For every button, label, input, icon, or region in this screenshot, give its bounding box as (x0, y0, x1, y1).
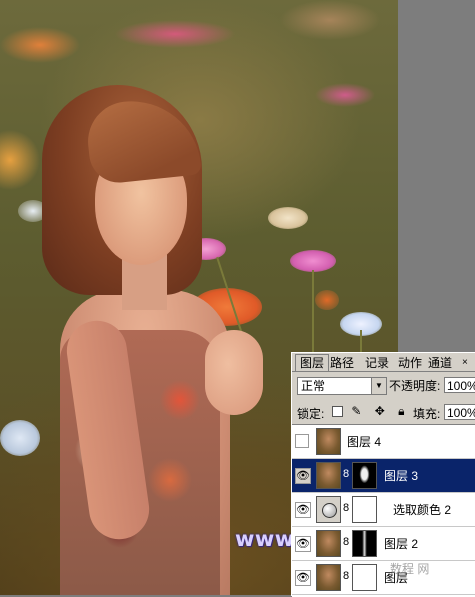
tab-actions[interactable]: 动作 (398, 356, 422, 371)
layer-name: 图层 3 (384, 469, 419, 483)
eye-icon[interactable]: 👁︎ (295, 468, 311, 484)
visibility-toggle[interactable] (295, 434, 309, 448)
layer-name: 选取颜色 2 (393, 503, 452, 517)
chevron-down-icon[interactable]: ▼ (371, 378, 386, 394)
move-icon[interactable]: ✥ (375, 404, 390, 418)
layer-thumbnail (316, 462, 341, 489)
opacity-field[interactable]: 100% (444, 377, 475, 393)
chain-icon: 8 (343, 502, 350, 514)
tab-paths[interactable]: 路径 (330, 356, 354, 371)
chain-icon: 8 (343, 468, 350, 480)
chain-icon: 8 (343, 536, 350, 548)
blend-mode-select[interactable]: 正常 ▼ (297, 377, 387, 395)
layer-mask-thumbnail[interactable] (352, 462, 377, 489)
bg-flower (0, 420, 40, 456)
tab-divider (292, 371, 475, 372)
layer-row[interactable]: 图层 4 (292, 425, 475, 459)
panel-tabs: 图层 路径 记录 动作 通道 × (292, 353, 475, 372)
bg-flower (290, 250, 336, 272)
layer-row-selected[interactable]: 👁︎ 8 图层 3 (292, 459, 475, 493)
layer-thumbnail (316, 428, 341, 455)
woman-hand (205, 330, 263, 415)
adjustment-thumbnail (316, 496, 341, 523)
layer-mask-thumbnail[interactable] (352, 496, 377, 523)
layer-mask-thumbnail[interactable] (352, 564, 377, 591)
tab-channels[interactable]: 通道 (428, 356, 452, 371)
adjustment-icon (322, 503, 337, 518)
layers-panel: 图层 路径 记录 动作 通道 × 正常 ▼ 不透明度: 100% 锁定: ✎ ✥… (291, 352, 475, 597)
chain-icon: 8 (343, 570, 350, 582)
eye-icon[interactable]: 👁︎ (295, 570, 311, 586)
bg-flower (315, 290, 339, 310)
tab-layers[interactable]: 图层 (295, 354, 330, 372)
layer-row[interactable]: 👁︎ 8 图层 2 (292, 527, 475, 561)
eye-icon[interactable]: 👁︎ (295, 536, 311, 552)
layers-list: 图层 4 👁︎ 8 图层 3 👁︎ 8 选取颜色 2 👁︎ 8 图层 2 👁︎ … (292, 424, 475, 597)
tab-history[interactable]: 记录 (365, 356, 389, 371)
blend-mode-value: 正常 (301, 379, 326, 393)
layer-name: 图层 2 (384, 537, 419, 551)
panel-close-icon[interactable]: × (462, 355, 468, 370)
lock-label: 锁定: (297, 407, 325, 421)
layer-mask-thumbnail[interactable] (352, 530, 377, 557)
layer-name: 图层 4 (347, 435, 382, 449)
bg-flower (268, 207, 308, 229)
eye-icon[interactable]: 👁︎ (295, 502, 311, 518)
layer-thumbnail (316, 564, 341, 591)
fill-field[interactable]: 100% (444, 404, 475, 420)
layer-thumbnail (316, 530, 341, 557)
lock-icon[interactable]: 🔒︎ (398, 404, 409, 418)
opacity-label: 不透明度: (389, 379, 441, 393)
layer-row[interactable]: 👁︎ 8 选取颜色 2 (292, 493, 475, 527)
layer-row[interactable]: 👁︎ 8 图层 (292, 561, 475, 595)
fill-label: 填充: (413, 407, 441, 421)
corner-watermark: 数程 网 (390, 562, 430, 576)
lock-options: ✎ ✥ 🔒︎ (332, 404, 410, 419)
brush-icon[interactable]: ✎ (351, 404, 366, 418)
lock-transparency-checkbox[interactable] (332, 406, 343, 418)
